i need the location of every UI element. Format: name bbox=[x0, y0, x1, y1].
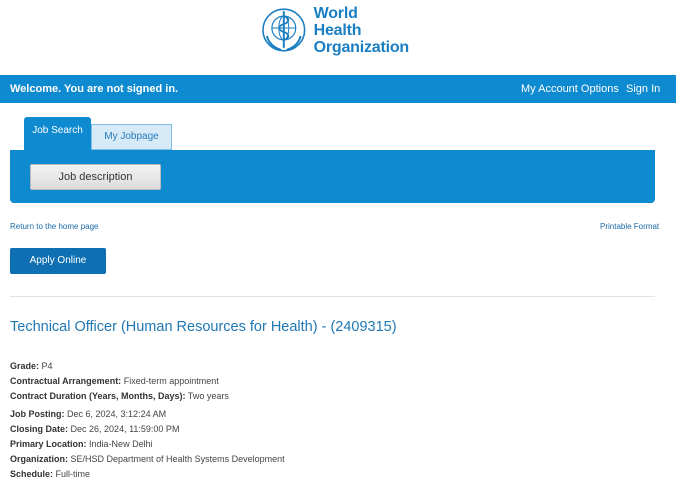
detail-value: Two years bbox=[187, 391, 229, 401]
my-account-options-link[interactable]: My Account Options bbox=[521, 83, 619, 95]
who-emblem-icon bbox=[262, 8, 306, 52]
tab-my-jobpage[interactable]: My Jobpage bbox=[91, 124, 172, 150]
detail-label: Schedule: bbox=[10, 469, 54, 479]
printable-format-link[interactable]: Printable Format bbox=[600, 222, 659, 231]
detail-label: Job Posting: bbox=[10, 409, 65, 419]
tab-job-search[interactable]: Job Search bbox=[24, 117, 91, 151]
logo-line-1: World Health bbox=[313, 4, 362, 39]
detail-value: India-New Delhi bbox=[89, 439, 153, 449]
detail-value: Fixed-term appointment bbox=[123, 376, 219, 386]
detail-job-posting: Job Posting: Dec 6, 2024, 3:12:24 AM bbox=[10, 409, 166, 419]
detail-value: Dec 26, 2024, 11:59:00 PM bbox=[70, 424, 180, 434]
sign-in-link[interactable]: Sign In bbox=[626, 83, 660, 95]
detail-primary-location: Primary Location: India-New Delhi bbox=[10, 439, 153, 449]
detail-label: Organization: bbox=[10, 454, 68, 464]
return-home-link[interactable]: Return to the home page bbox=[10, 222, 99, 231]
detail-closing-date: Closing Date: Dec 26, 2024, 11:59:00 PM bbox=[10, 424, 179, 434]
job-title: Technical Officer (Human Resources for H… bbox=[10, 319, 397, 335]
top-navigation-bar: Welcome. You are not signed in. My Accou… bbox=[0, 75, 676, 103]
apply-online-button[interactable]: Apply Online bbox=[10, 248, 106, 274]
divider bbox=[10, 296, 655, 297]
who-logo[interactable]: World Health Organization bbox=[259, 4, 410, 56]
detail-schedule: Schedule: Full-time bbox=[10, 469, 90, 479]
logo-line-2: Organization bbox=[313, 38, 410, 56]
detail-grade: Grade: P4 bbox=[10, 361, 53, 371]
detail-label: Grade: bbox=[10, 361, 40, 371]
detail-value: Dec 6, 2024, 3:12:24 AM bbox=[67, 409, 167, 419]
detail-label: Contract Duration (Years, Months, Days): bbox=[10, 391, 186, 401]
detail-organization: Organization: SE/HSD Department of Healt… bbox=[10, 454, 285, 464]
job-description-button[interactable]: Job description bbox=[30, 164, 161, 190]
detail-value: P4 bbox=[41, 361, 53, 371]
detail-value: SE/HSD Department of Health Systems Deve… bbox=[70, 454, 285, 464]
detail-label: Primary Location: bbox=[10, 439, 87, 449]
welcome-message: Welcome. You are not signed in. bbox=[10, 83, 179, 95]
detail-contract-duration: Contract Duration (Years, Months, Days):… bbox=[10, 391, 229, 401]
detail-value: Full-time bbox=[55, 469, 91, 479]
detail-label: Contractual Arrangement: bbox=[10, 376, 122, 386]
logo-text: World Health Organization bbox=[313, 4, 410, 56]
detail-contractual-arrangement: Contractual Arrangement: Fixed-term appo… bbox=[10, 376, 219, 386]
detail-label: Closing Date: bbox=[10, 424, 69, 434]
